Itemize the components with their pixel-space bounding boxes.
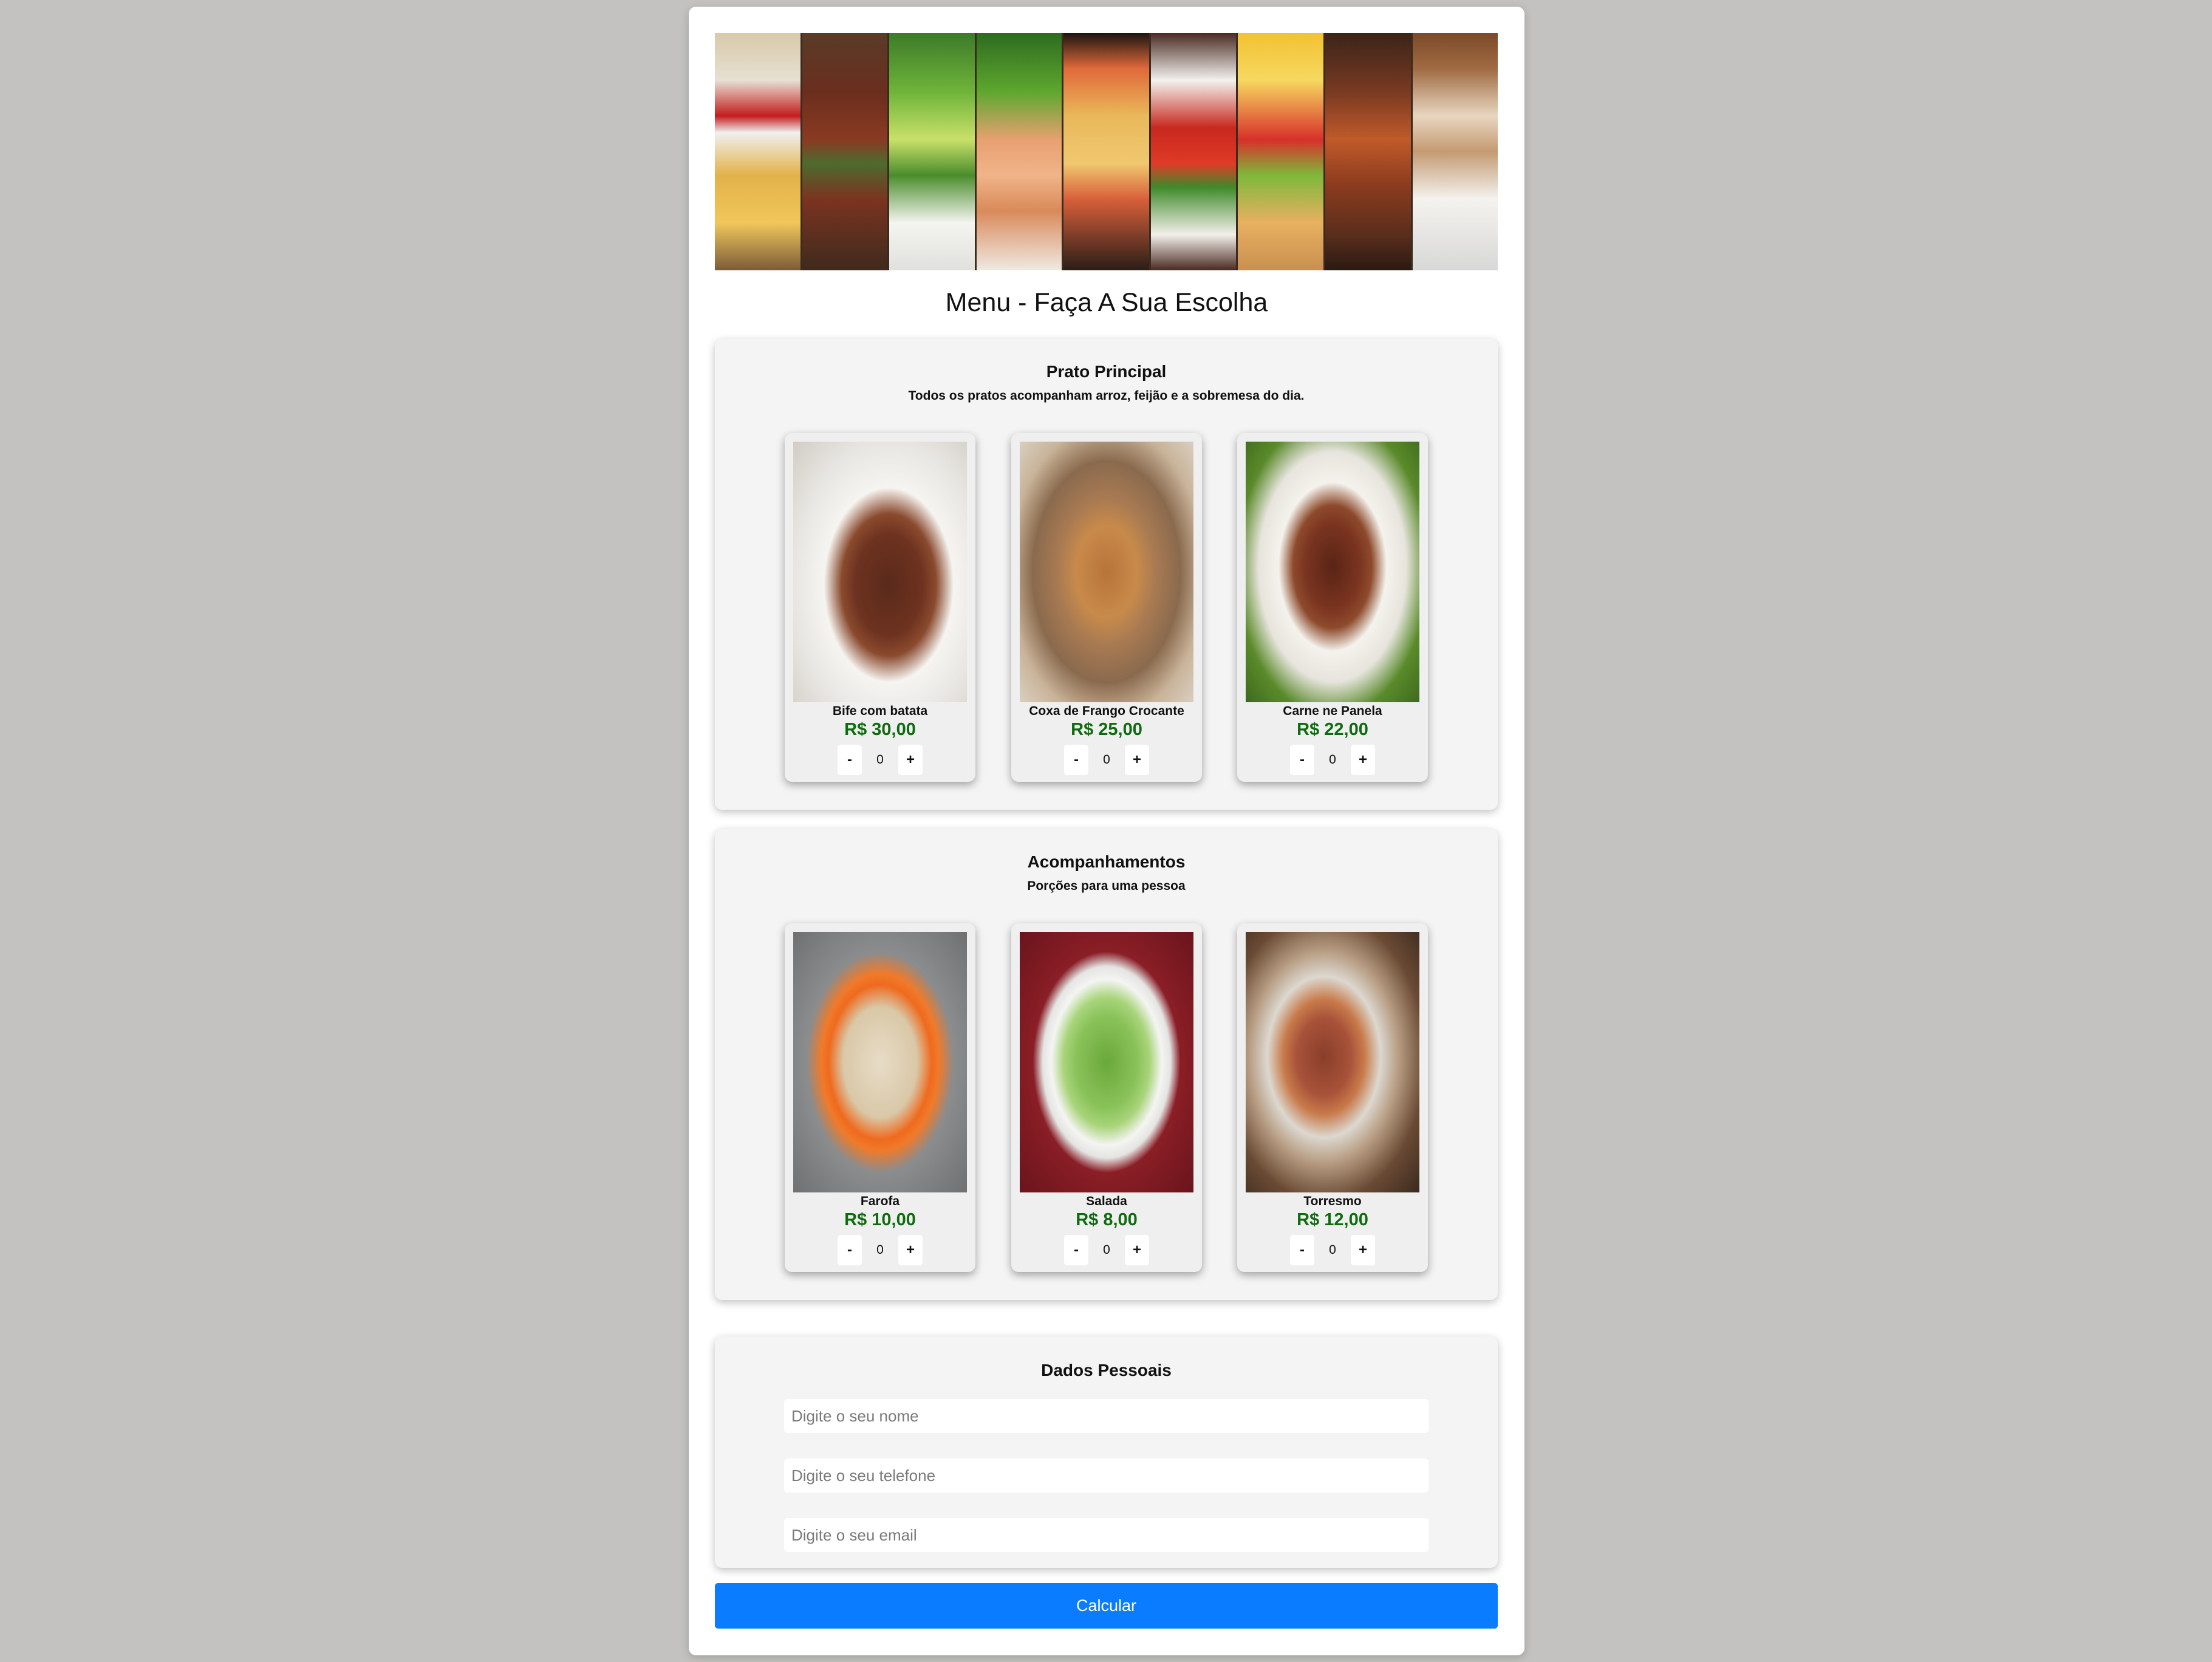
menu-page: Menu - Faça A Sua Escolha Prato Principa… [689,7,1524,1655]
item-name: Bife com batata [832,704,928,718]
decrement-button[interactable]: - [1064,745,1088,775]
decrement-button[interactable]: - [1064,1235,1088,1265]
item-name: Salada [1086,1194,1127,1208]
name-input[interactable] [784,1399,1429,1433]
section-title: Dados Pessoais [1041,1361,1172,1380]
item-price: R$ 10,00 [844,1210,916,1229]
item-price: R$ 8,00 [1076,1210,1138,1229]
quantity-stepper: - 0 + [1237,1234,1428,1266]
menu-card-torresmo: Torresmo R$ 12,00 - 0 + [1237,923,1428,1272]
calculate-button[interactable]: Calcular [715,1583,1498,1629]
phone-input[interactable] [784,1459,1429,1493]
section-subtitle: Porções para uma pessoa [1027,879,1186,893]
quantity-stepper: - 0 + [1011,1234,1202,1266]
quantity-stepper: - 0 + [785,744,975,776]
salada-photo [1020,932,1193,1192]
menu-card-frango: Coxa de Frango Crocante R$ 25,00 - 0 + [1011,433,1202,782]
spaghetti-photo [1150,33,1238,270]
increment-button[interactable]: + [898,1235,923,1265]
personal-data-section: Dados Pessoais [715,1336,1498,1568]
item-name: Farofa [860,1194,900,1208]
increment-button[interactable]: + [1351,1235,1375,1265]
steak-photo [802,33,890,270]
cappuccino-photo [1412,33,1498,270]
menu-card-bife: Bife com batata R$ 30,00 - 0 + [785,433,975,782]
fries-photo [715,33,802,270]
main-dish-section: Prato Principal Todos os pratos acompanh… [715,339,1498,810]
quantity-stepper: - 0 + [1011,744,1202,776]
section-subtitle: Todos os pratos acompanham arroz, feijão… [908,389,1305,403]
item-price: R$ 12,00 [1297,1210,1368,1229]
decrement-button[interactable]: - [1290,745,1314,775]
carne-photo [1246,442,1419,702]
taco-photo [1238,33,1325,270]
item-price: R$ 25,00 [1071,720,1142,739]
decrement-button[interactable]: - [838,745,862,775]
item-name: Carne ne Panela [1283,704,1382,718]
quantity-value: 0 [876,1243,884,1257]
sides-section: Acompanhamentos Porções para uma pessoa … [715,829,1498,1300]
torresmo-photo [1246,932,1419,1192]
salmon-photo [976,33,1064,270]
decrement-button[interactable]: - [838,1235,862,1265]
email-input[interactable] [784,1518,1429,1552]
increment-button[interactable]: + [1125,1235,1149,1265]
food-banner [715,33,1498,270]
item-price: R$ 30,00 [844,720,916,739]
quantity-value: 0 [1103,753,1110,767]
increment-button[interactable]: + [1351,745,1375,775]
quantity-value: 0 [876,753,884,767]
shrimp-pasta-photo [1063,33,1151,270]
quantity-stepper: - 0 + [1237,744,1428,776]
quantity-value: 0 [1329,753,1336,767]
menu-card-salada: Salada R$ 8,00 - 0 + [1011,923,1202,1272]
salad-photo [889,33,977,270]
item-name: Coxa de Frango Crocante [1029,704,1184,718]
increment-button[interactable]: + [898,745,923,775]
item-name: Torresmo [1303,1194,1362,1208]
quantity-value: 0 [1329,1243,1336,1257]
frango-photo [1020,442,1193,702]
section-title: Prato Principal [1046,362,1167,381]
item-price: R$ 22,00 [1297,720,1368,739]
grilled-chicken-photo [1325,33,1413,270]
decrement-button[interactable]: - [1290,1235,1314,1265]
section-title: Acompanhamentos [1027,852,1186,871]
farofa-photo [793,932,967,1192]
menu-card-carne: Carne ne Panela R$ 22,00 - 0 + [1237,433,1428,782]
increment-button[interactable]: + [1125,745,1149,775]
bife-photo [793,442,967,702]
quantity-value: 0 [1103,1243,1110,1257]
quantity-stepper: - 0 + [785,1234,975,1266]
menu-card-farofa: Farofa R$ 10,00 - 0 + [785,923,975,1272]
page-title: Menu - Faça A Sua Escolha [945,288,1268,317]
